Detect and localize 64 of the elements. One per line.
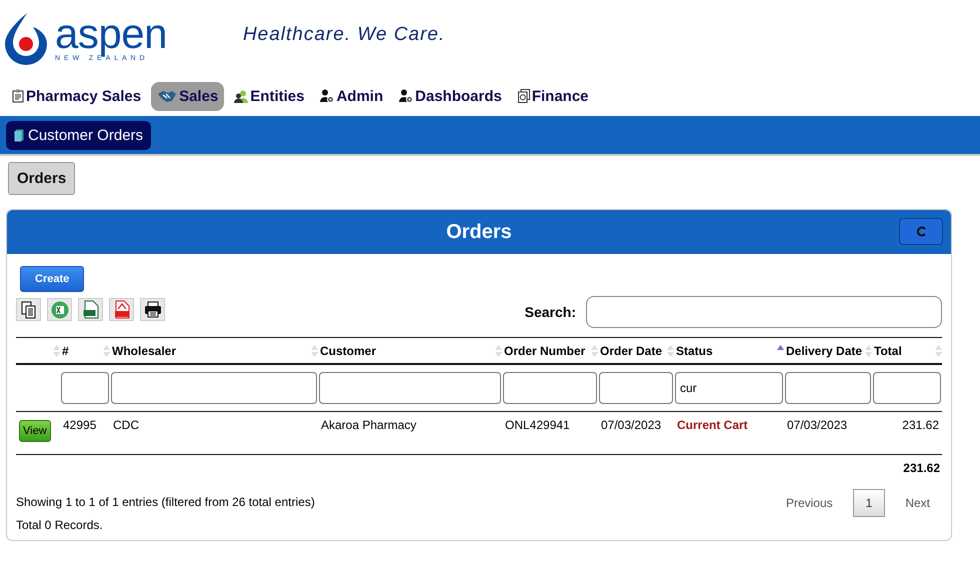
print-button[interactable] [140, 298, 165, 321]
filter-field[interactable] [503, 372, 597, 404]
table-cell: 07/03/2023 [601, 418, 662, 432]
column-header[interactable]: Order Date [598, 344, 662, 358]
nav-tab[interactable]: Admin [314, 82, 390, 110]
column-header[interactable]: Wholesaler [110, 344, 176, 358]
panel-title: Orders [446, 220, 512, 244]
user-gear-icon [320, 89, 334, 103]
refresh-icon [916, 226, 926, 237]
excel-button[interactable] [47, 298, 72, 321]
previous-button[interactable]: Previous [778, 490, 841, 516]
filter-field[interactable]: cur [675, 372, 783, 404]
view-button[interactable]: View [19, 420, 51, 442]
people-icon [234, 90, 248, 102]
column-header[interactable]: Customer [318, 344, 376, 358]
spreadsheet-icon [50, 300, 68, 318]
filter-field[interactable] [319, 372, 501, 404]
records-count: Total 0 Records. [16, 518, 104, 532]
search-label: Search: [524, 304, 576, 320]
filter-field[interactable] [785, 372, 871, 404]
entries-info: Showing 1 to 1 of 1 entries (filtered from 26 total entries) [16, 495, 315, 509]
pdf-button[interactable] [109, 298, 134, 321]
handshake-icon [157, 90, 178, 102]
clipboard-icon [12, 89, 24, 103]
pdf-file-icon [114, 300, 130, 319]
nav-tab[interactable]: Dashboards [393, 82, 508, 110]
grand-total: 231.62 [903, 461, 940, 475]
next-button[interactable]: Next [897, 490, 938, 516]
column-header[interactable]: # [60, 344, 69, 358]
tagline: Healthcare. We Care. [242, 24, 446, 46]
filter-field[interactable] [61, 372, 109, 404]
column-header[interactable]: Order Number [502, 344, 586, 358]
print-icon [144, 301, 162, 318]
filter-field[interactable] [111, 372, 317, 404]
refresh-button[interactable] [899, 218, 943, 245]
subnav-tab[interactable]: Customer Orders [6, 120, 152, 150]
search-field[interactable] [586, 296, 942, 328]
column-header[interactable]: Delivery Date [784, 344, 862, 358]
table-cell: ONL429941 [505, 418, 570, 432]
logo-icon [3, 11, 49, 65]
create-button[interactable]: Create [20, 266, 84, 292]
user-gear-icon [399, 89, 414, 103]
table-cell: CDC [113, 418, 139, 432]
nav-tab[interactable]: Pharmacy Sales [6, 82, 148, 110]
csv-button[interactable] [78, 298, 103, 321]
nav-tab[interactable]: Finance [512, 82, 595, 110]
filter-field[interactable] [599, 372, 673, 404]
book-icon [14, 128, 24, 142]
orders-button[interactable]: Orders [8, 162, 76, 195]
page-button[interactable]: 1 [852, 489, 886, 517]
table-cell: 07/03/2023 [787, 418, 848, 432]
column-header[interactable]: Status [674, 344, 713, 358]
copy-icon [20, 300, 36, 318]
filter-field[interactable] [873, 372, 941, 404]
copy-button[interactable] [16, 298, 41, 321]
table-cell: Akaroa Pharmacy [321, 418, 416, 432]
nav-tab[interactable]: Entities [228, 82, 310, 110]
table-cell: 42995 [63, 418, 96, 432]
nav-tab[interactable]: Sales [151, 82, 224, 110]
status-text: Current Cart [677, 418, 748, 432]
table-cell: 231.62 [902, 418, 939, 432]
document-icon [518, 89, 530, 103]
column-header[interactable]: Total [872, 344, 902, 358]
file-icon [82, 300, 98, 319]
